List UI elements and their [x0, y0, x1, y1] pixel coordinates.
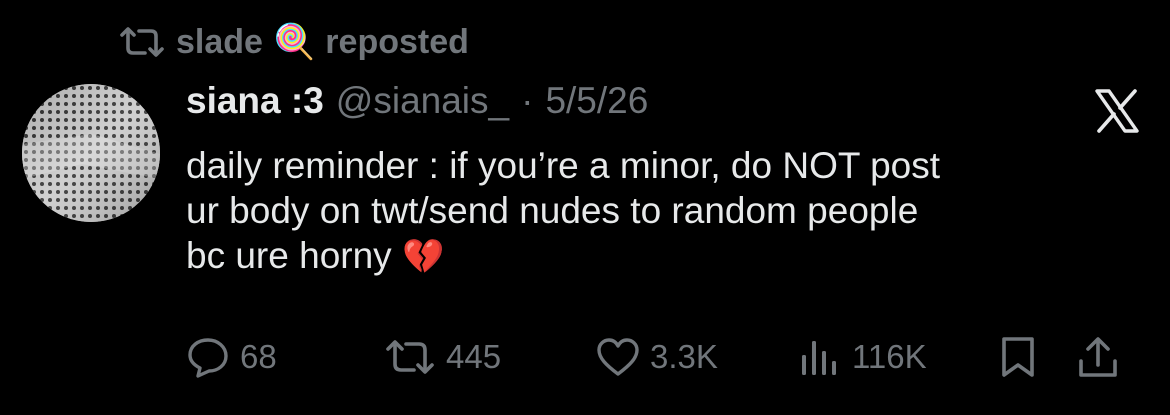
lollipop-emoji: 🍭: [272, 23, 316, 61]
like-icon: [596, 337, 640, 377]
action-bar: 68 445 3.3K 116K: [186, 332, 1136, 382]
author-name[interactable]: siana :3: [186, 80, 324, 122]
views-count: 116K: [852, 338, 927, 375]
repost-button[interactable]: 445: [384, 332, 501, 382]
tweet-text-line: daily reminder : if you’re a minor, do N…: [186, 145, 941, 186]
repost-label: reposted: [325, 22, 469, 61]
tweet-text-line: ur body on twt/send nudes to random peop…: [186, 190, 919, 231]
author-handle[interactable]: @sianais_: [336, 80, 509, 122]
tweet-text-line: bc ure horny 💔: [186, 235, 445, 276]
like-count: 3.3K: [650, 338, 718, 375]
repost-header: slade 🍭 reposted: [118, 22, 469, 62]
share-button[interactable]: [1076, 332, 1120, 382]
tweet-header: siana :3 @sianais_ · 5/5/26: [186, 80, 648, 130]
share-icon: [1076, 335, 1120, 379]
tweet-date[interactable]: 5/5/26: [545, 80, 648, 122]
broken-heart-emoji: 💔: [401, 238, 445, 276]
views-button[interactable]: 116K: [798, 332, 927, 382]
repost-count: 445: [446, 338, 502, 375]
separator-dot: ·: [521, 80, 534, 121]
reply-count: 68: [240, 338, 277, 375]
bookmark-button[interactable]: [998, 332, 1038, 382]
tweet-text: daily reminder : if you’re a minor, do N…: [186, 143, 1126, 280]
reply-icon: [186, 335, 230, 379]
retweet-icon: [384, 337, 436, 377]
like-button[interactable]: 3.3K: [596, 332, 718, 382]
views-icon: [798, 335, 842, 379]
repost-icon: [118, 25, 166, 59]
avatar[interactable]: [22, 84, 160, 222]
repost-user[interactable]: slade: [176, 23, 263, 62]
reply-button[interactable]: 68: [186, 332, 277, 382]
x-logo-icon: [1094, 88, 1140, 134]
bookmark-icon: [998, 335, 1038, 379]
